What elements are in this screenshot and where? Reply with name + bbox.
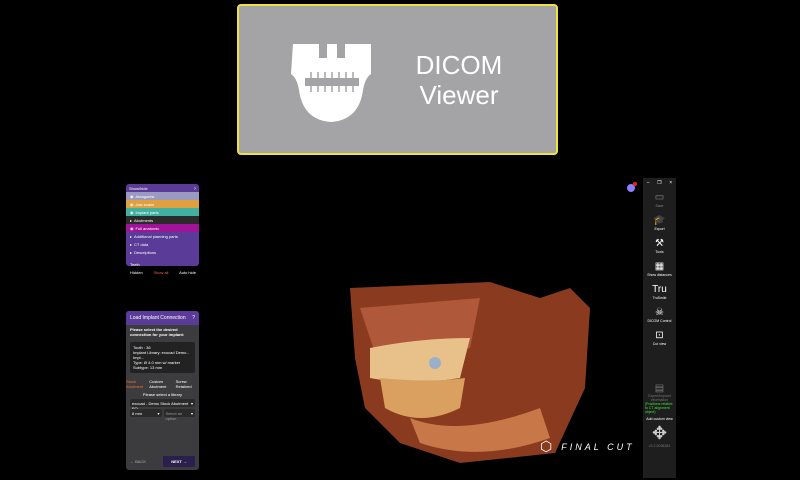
logo-icon: ⬡	[540, 438, 556, 454]
auto-hide-button[interactable]: Auto hide	[179, 270, 196, 275]
expand-icon[interactable]: ▸	[130, 250, 132, 255]
layer-additional-planning[interactable]: ▸ Additional planning parts	[126, 232, 199, 240]
next-button[interactable]: NEXT →	[163, 456, 195, 467]
right-toolbar: – ❐ × ▭ Save 🎓 Export ⚒ Tools ▦ Show distances…	[643, 178, 676, 478]
close-icon[interactable]: ×	[669, 180, 672, 186]
chevron-down-icon: ▾	[190, 401, 193, 406]
eye-icon[interactable]: ◉	[130, 226, 134, 231]
library-info: Implant Library: exocad Demo - Impl...	[133, 350, 189, 360]
minimize-icon[interactable]: –	[647, 180, 650, 186]
help-icon[interactable]: ?	[194, 186, 196, 191]
add-custom-view-button[interactable]: Add custom view	[645, 417, 674, 421]
eye-icon[interactable]: ◉	[130, 202, 134, 207]
prompt: Please select the desired connection for…	[130, 327, 185, 337]
toolbar-dicom-control[interactable]: ☠ DICOM Control	[643, 303, 676, 326]
layer-ct-data[interactable]: ▸ CT data	[126, 240, 199, 248]
layer-label: Additional planning parts	[134, 233, 178, 239]
size-select[interactable]: 8 mm ▾	[130, 409, 162, 417]
layer-jaw-scans[interactable]: ◉ Jaw scans	[126, 200, 199, 208]
skull-icon	[291, 44, 371, 122]
next-label: NEXT	[171, 459, 182, 464]
tool-label: Show distances	[647, 272, 672, 277]
library-value: exocad - Demo Stock Abutment FO	[132, 401, 189, 411]
subtype-info: Subtype: 13 mm	[133, 365, 163, 370]
layer-label: Full anatomic	[135, 225, 160, 231]
size-value: 8 mm	[132, 411, 142, 416]
layer-implant-parts[interactable]: ◉ Implant parts	[126, 208, 199, 216]
toolbar-save[interactable]: ▭ Save	[643, 188, 676, 211]
teeth-section[interactable]: Teeth	[126, 260, 199, 268]
dicom-icon: ☠	[655, 306, 664, 318]
layer-label: Abutments	[134, 217, 154, 223]
tool-label: Tools	[655, 249, 664, 254]
tool-label: TruSmile	[652, 295, 667, 300]
toolbar-show-distances[interactable]: ▦ Show distances	[643, 257, 676, 280]
expand-icon[interactable]: ▸	[130, 234, 132, 239]
banner-title-line1: DICOM	[415, 50, 503, 80]
notification-badge	[633, 182, 637, 186]
final-cut-logo: ⬡ FINAL CUT	[540, 438, 635, 455]
library-select[interactable]: exocad - Demo Stock Abutment FO▾	[130, 399, 195, 411]
avatar[interactable]	[627, 182, 637, 192]
implant-info-icon[interactable]: ▤	[645, 383, 674, 394]
layer-abutments[interactable]: ▸ Abutments	[126, 216, 199, 224]
version-label: v3.2-9036284	[648, 444, 671, 448]
tab-custom-abutment[interactable]: Custom Abutment	[149, 379, 175, 389]
chevron-down-icon: ▾	[190, 411, 193, 416]
option-placeholder: Select an option	[165, 411, 183, 421]
tool-label: Export	[654, 226, 665, 231]
tab-screw-retained[interactable]: Screw Retained	[176, 379, 199, 389]
tool-label: DICOM Control	[647, 318, 672, 323]
tools-icon: ⚒	[655, 237, 664, 249]
tool-label: Save	[655, 203, 664, 208]
panel-title: Load Implant Connection	[130, 315, 186, 321]
export-icon: 🎓	[653, 214, 666, 226]
layer-antagonist[interactable]: ◉ Antagonist	[126, 192, 199, 200]
layer-label: Implant parts	[135, 209, 159, 215]
distances-icon: ▦	[654, 260, 665, 272]
layer-full-anatomic[interactable]: ◉ Full anatomic	[126, 224, 199, 232]
cut-view-icon: ⊡	[655, 329, 664, 341]
alignment-status: (Positions relative to CT alignment obje…	[645, 402, 673, 414]
tool-label: Cut view	[652, 341, 667, 346]
expert-label: Expert/Implant information	[648, 394, 671, 402]
help-icon[interactable]: ?	[192, 315, 195, 321]
show-hide-panel: Show/hide? ◉ Antagonist ◉ Jaw scans ◉ Impla…	[126, 184, 199, 275]
implant-connection-panel: Load Implant Connection? Please select t…	[126, 311, 199, 470]
panel-title: Show/hide	[129, 186, 148, 191]
toolbar-tools[interactable]: ⚒ Tools	[643, 234, 676, 257]
eye-icon[interactable]: ◉	[130, 194, 134, 199]
toolbar-export[interactable]: 🎓 Export	[643, 211, 676, 234]
save-icon: ▭	[654, 191, 665, 203]
layer-label: CT data	[134, 241, 149, 247]
trusmile-icon: Tru	[652, 283, 667, 295]
layer-descriptions[interactable]: ▸ Descriptions	[126, 248, 199, 256]
option-select[interactable]: Select an option ▾	[163, 409, 195, 421]
tab-stock-abutment[interactable]: Stock Abutment	[126, 379, 149, 389]
logo-text: FINAL CUT	[561, 441, 635, 452]
select-library-label: Please select a library	[142, 392, 183, 397]
dicom-viewer-banner[interactable]: DICOM Viewer	[237, 4, 558, 155]
show-all-button[interactable]: Show all	[153, 270, 168, 275]
layer-label: Descriptions	[134, 249, 157, 255]
banner-title-line2: Viewer	[419, 80, 499, 110]
implant-info: Tooth : 36 Implant Library: exocad Demo …	[130, 342, 195, 373]
expand-icon[interactable]: ▸	[130, 218, 132, 223]
teeth-label: Teeth	[130, 261, 140, 267]
expand-icon[interactable]: ▸	[130, 242, 132, 247]
back-label: BACK	[135, 459, 147, 464]
layer-label: Jaw scans	[135, 201, 155, 207]
view-cube-icon[interactable]: ✥	[645, 423, 674, 444]
hidden-label[interactable]: Hidden	[130, 270, 143, 275]
eye-icon[interactable]: ◉	[130, 210, 134, 215]
chevron-down-icon: ▾	[157, 411, 160, 416]
back-button[interactable]: ← BACK	[130, 459, 146, 464]
restore-icon[interactable]: ❐	[657, 180, 661, 186]
layer-label: Antagonist	[135, 193, 155, 199]
toolbar-trusmile[interactable]: Tru TruSmile	[643, 280, 676, 303]
toolbar-cut-view[interactable]: ⊡ Cut view	[643, 326, 676, 349]
